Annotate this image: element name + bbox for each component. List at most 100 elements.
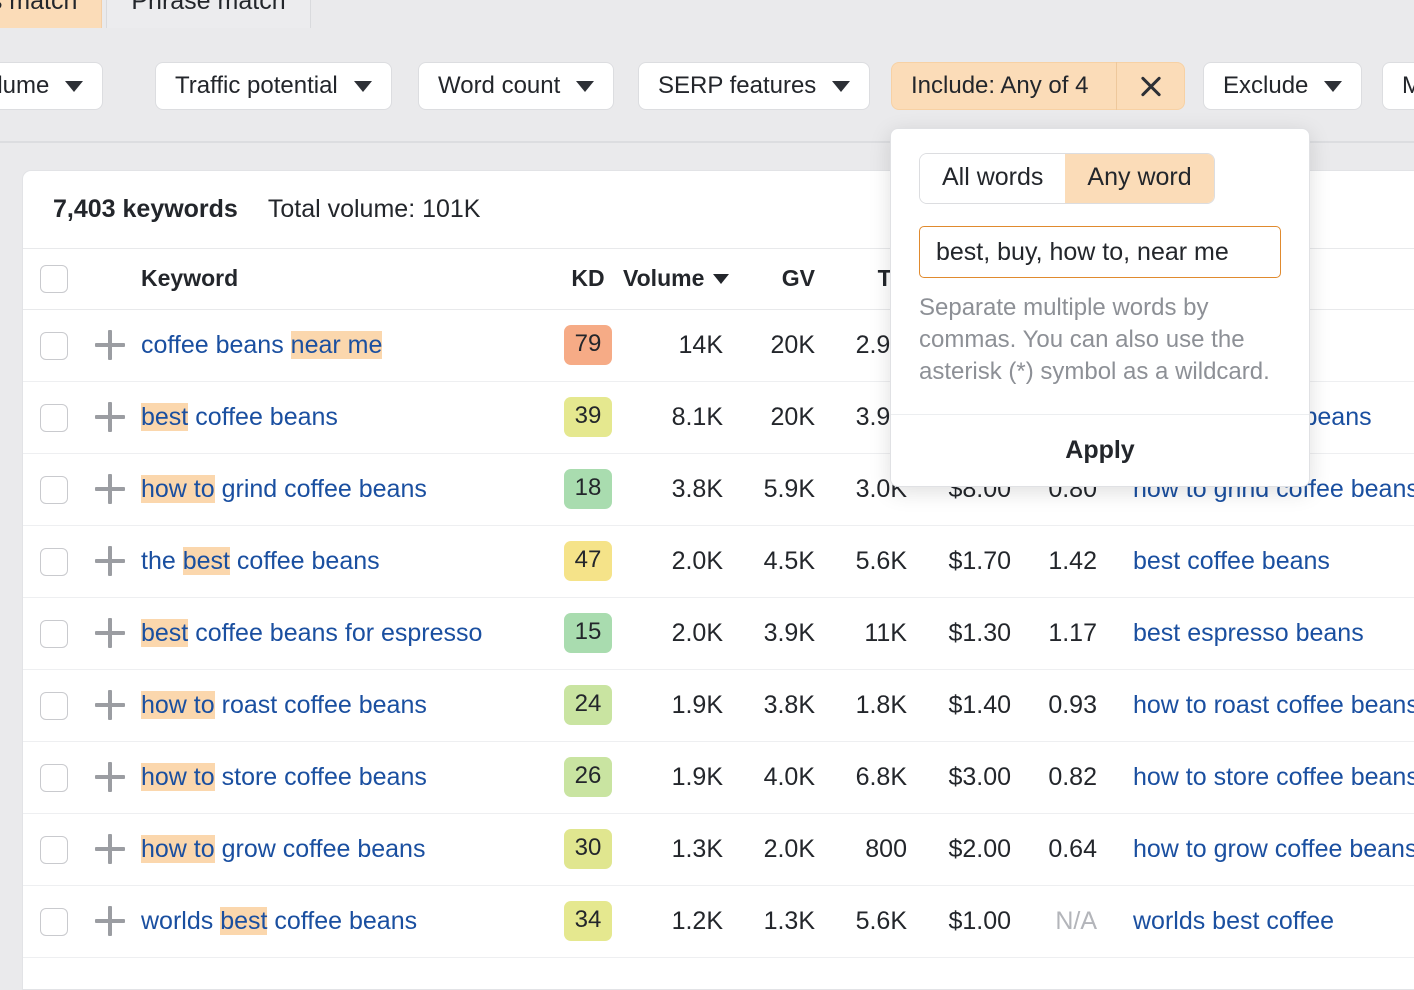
keyword-link[interactable]: how to roast coffee beans [141, 690, 427, 719]
tab-terms-match[interactable]: ms match [0, 0, 103, 30]
include-dropdown-popover: All words Any word Separate multiple wor… [890, 128, 1310, 487]
row-select-cell[interactable] [23, 597, 85, 670]
row-add-cell[interactable] [85, 813, 135, 886]
keyword-cell[interactable]: the best coffee beans [135, 525, 553, 598]
row-checkbox[interactable] [40, 331, 68, 360]
keyword-link[interactable]: how to store coffee beans [141, 762, 427, 791]
serp-link[interactable]: best espresso beans [1133, 619, 1364, 647]
table-row[interactable]: worlds best coffee beans 34 1.2K 1.3K 5.6K $1… [23, 885, 1414, 958]
plus-icon[interactable] [95, 762, 125, 793]
serp-link[interactable]: how to roast coffee beans [1133, 691, 1414, 719]
row-select-cell[interactable] [23, 813, 85, 886]
row-add-cell[interactable] [85, 309, 135, 382]
header-select-all[interactable] [23, 249, 85, 310]
serp-link[interactable]: worlds best coffee [1133, 907, 1334, 935]
keyword-link[interactable]: the best coffee beans [141, 546, 380, 575]
row-add-cell[interactable] [85, 453, 135, 526]
header-volume[interactable]: Volume [623, 249, 735, 310]
plus-icon[interactable] [95, 834, 125, 865]
keyword-cell[interactable]: worlds best coffee beans [135, 885, 553, 958]
row-select-cell[interactable] [23, 381, 85, 454]
row-checkbox[interactable] [40, 907, 68, 936]
plus-icon[interactable] [95, 546, 125, 577]
keyword-cell[interactable]: how to roast coffee beans [135, 669, 553, 742]
keyword-cell[interactable]: best coffee beans for espresso [135, 597, 553, 670]
row-add-cell[interactable] [85, 741, 135, 814]
filter-exclude[interactable]: Exclude [1203, 62, 1363, 110]
plus-icon[interactable] [95, 618, 125, 649]
filter-include-chip[interactable]: Include: Any of 4 [891, 62, 1186, 110]
keyword-link[interactable]: how to grow coffee beans [141, 834, 425, 863]
filter-volume[interactable]: volume [0, 62, 104, 110]
close-icon[interactable] [1116, 62, 1184, 110]
serp-link[interactable]: how to store coffee beans [1133, 763, 1414, 791]
serp-cell[interactable]: how to store coffee beans [1107, 741, 1414, 814]
cpc-cell: $1.00 [915, 885, 1021, 958]
row-select-cell[interactable] [23, 453, 85, 526]
header-kd[interactable]: KD [553, 249, 623, 310]
keyword-link[interactable]: worlds best coffee beans [141, 906, 417, 935]
filter-traffic-potential[interactable]: Traffic potential [155, 62, 392, 110]
keyword-highlight: how to [141, 762, 215, 791]
row-checkbox[interactable] [40, 619, 68, 648]
include-words-input[interactable] [919, 226, 1281, 278]
serp-cell[interactable]: how to roast coffee beans [1107, 669, 1414, 742]
tab-phrase-match[interactable]: Phrase match [106, 0, 311, 30]
header-gv[interactable]: GV [735, 249, 823, 310]
row-checkbox[interactable] [40, 475, 68, 504]
keyword-link[interactable]: best coffee beans [141, 402, 338, 431]
sort-desc-icon [713, 273, 730, 284]
serp-cell[interactable]: how to grow coffee beans [1107, 813, 1414, 886]
gv-cell: 4.0K [735, 741, 823, 814]
row-select-cell[interactable] [23, 525, 85, 598]
row-select-cell[interactable] [23, 669, 85, 742]
row-select-cell[interactable] [23, 741, 85, 814]
serp-cell[interactable]: best coffee beans [1107, 525, 1414, 598]
match-type-tabs[interactable]: ms match Phrase match [0, 0, 311, 30]
row-add-cell[interactable] [85, 525, 135, 598]
keyword-cell[interactable]: how to grow coffee beans [135, 813, 553, 886]
mode-any-word[interactable]: Any word [1065, 154, 1214, 203]
keyword-link[interactable]: best coffee beans for espresso [141, 618, 482, 647]
table-row[interactable]: how to grow coffee beans 30 1.3K 2.0K 800 $2.… [23, 813, 1414, 886]
apply-button[interactable]: Apply [891, 413, 1309, 486]
select-all-checkbox[interactable] [40, 265, 68, 294]
table-row[interactable]: the best coffee beans 47 2.0K 4.5K 5.6K $1.70… [23, 525, 1414, 598]
mode-all-words[interactable]: All words [920, 154, 1066, 203]
keyword-cell[interactable]: best coffee beans [135, 381, 553, 454]
plus-icon[interactable] [95, 906, 125, 937]
filter-word-count[interactable]: Word count [418, 62, 615, 110]
word-match-mode-toggle[interactable]: All words Any word [919, 153, 1215, 204]
row-add-cell[interactable] [85, 669, 135, 742]
row-select-cell[interactable] [23, 885, 85, 958]
plus-icon[interactable] [95, 330, 125, 361]
row-select-cell[interactable] [23, 309, 85, 382]
row-checkbox[interactable] [40, 835, 68, 864]
plus-icon[interactable] [95, 402, 125, 433]
serp-link[interactable]: best coffee beans [1133, 547, 1330, 575]
plus-icon[interactable] [95, 690, 125, 721]
serp-cell[interactable]: worlds best coffee [1107, 885, 1414, 958]
row-checkbox[interactable] [40, 691, 68, 720]
keyword-cell[interactable]: how to store coffee beans [135, 741, 553, 814]
serp-link[interactable]: how to grow coffee beans [1133, 835, 1414, 863]
header-keyword[interactable]: Keyword [135, 249, 553, 310]
row-checkbox[interactable] [40, 763, 68, 792]
serp-cell[interactable]: best espresso beans [1107, 597, 1414, 670]
row-add-cell[interactable] [85, 885, 135, 958]
keyword-link[interactable]: coffee beans near me [141, 330, 383, 359]
row-add-cell[interactable] [85, 597, 135, 670]
row-checkbox[interactable] [40, 403, 68, 432]
filter-more[interactable]: M [1382, 62, 1414, 110]
filter-serp-features[interactable]: SERP features [638, 62, 871, 110]
keyword-cell[interactable]: coffee beans near me [135, 309, 553, 382]
keyword-link[interactable]: how to grind coffee beans [141, 474, 427, 503]
keyword-cell[interactable]: how to grind coffee beans [135, 453, 553, 526]
table-row[interactable]: best coffee beans for espresso 15 2.0K 3.9K… [23, 597, 1414, 670]
row-add-cell[interactable] [85, 381, 135, 454]
table-row[interactable]: how to store coffee beans 26 1.9K 4.0K 6.8K $… [23, 741, 1414, 814]
plus-icon[interactable] [95, 474, 125, 505]
row-checkbox[interactable] [40, 547, 68, 576]
table-row[interactable]: how to roast coffee beans 24 1.9K 3.8K 1.8K $… [23, 669, 1414, 742]
filter-bar: volume Traffic potential Word count SERP… [0, 36, 1414, 136]
